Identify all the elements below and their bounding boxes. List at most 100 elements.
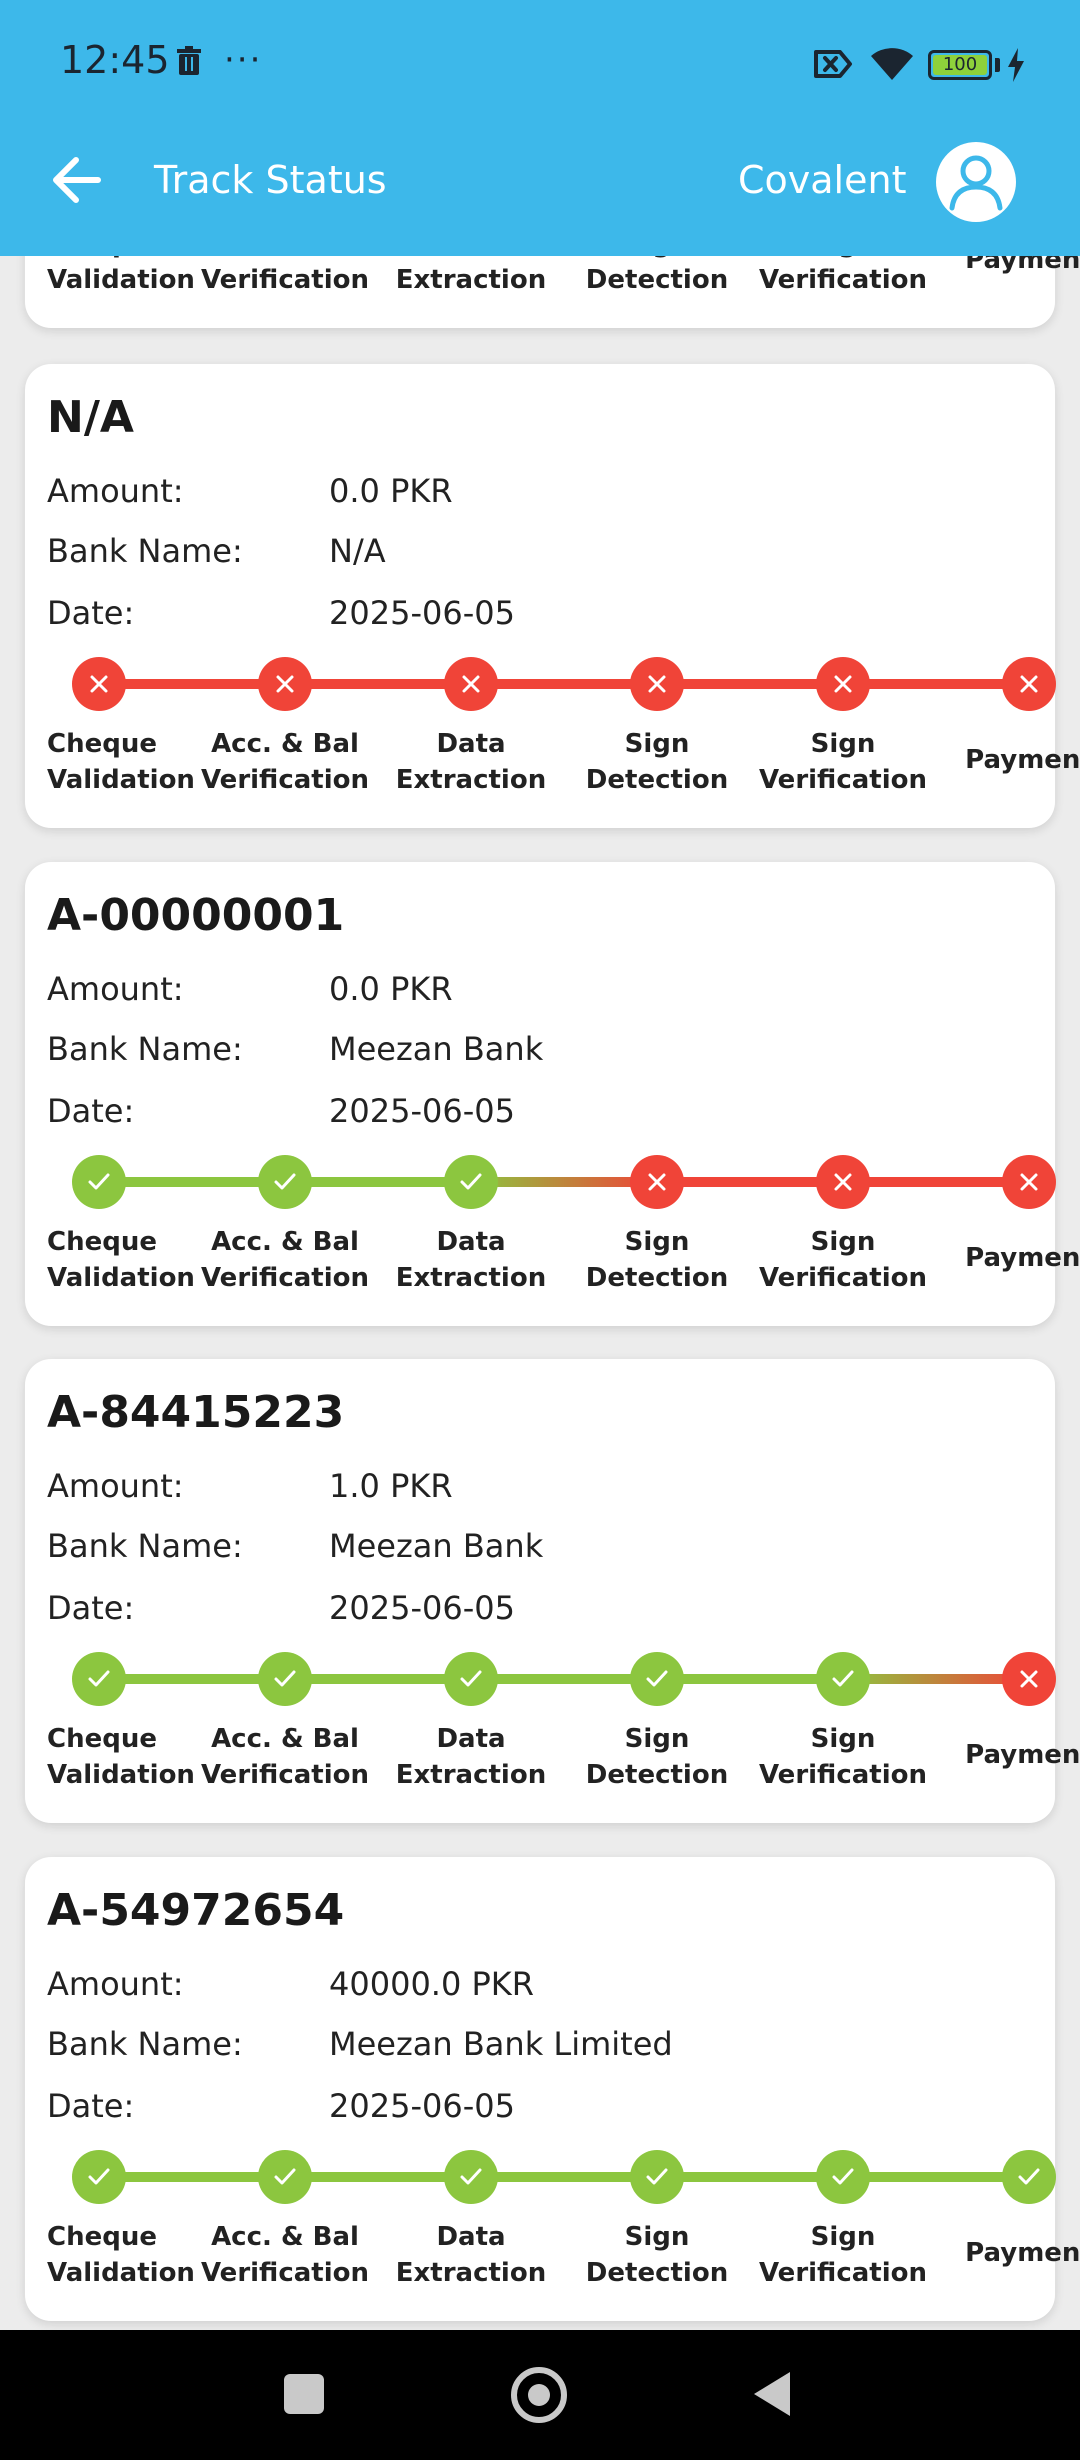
date-value: 2025-06-05 [329, 1092, 515, 1130]
battery-nub [995, 58, 1000, 72]
cheque-card[interactable]: A-84415223 Amount: 1.0 PKR Bank Name: Me… [25, 1359, 1080, 1823]
step-success-check-icon [630, 1652, 684, 1706]
wifi-icon [871, 48, 913, 80]
amount-label: Amount: [47, 1467, 184, 1505]
date-value: 2025-06-05 [329, 2087, 515, 2125]
step-label-line-2: Validation [47, 1760, 195, 1790]
step-label-line-1: Acc. & Bal [211, 1227, 359, 1257]
sim-off-icon [814, 50, 852, 78]
bank-name-label: Bank Name: [47, 1527, 243, 1565]
step-label-line-2: Verification [758, 265, 927, 295]
step-success-check-icon [258, 1652, 312, 1706]
user-avatar-icon[interactable] [936, 142, 1016, 222]
bank-name-label: Bank Name: [47, 2025, 243, 2063]
cheque-card[interactable]: A-54972654 Amount: 40000.0 PKR Bank Name… [25, 1857, 1080, 2321]
track-status-screen: 12:45 ··· 100 Track Status Covalent Vali… [0, 0, 1080, 2460]
step-label-line-2: Verification [758, 1263, 927, 1293]
step-label-line-1: Cheque [47, 729, 157, 759]
bank-name-value: Meezan Bank [329, 1030, 544, 1068]
step-label-line-1: Sign [810, 729, 876, 759]
step-label-line-2: Extraction [395, 1263, 547, 1293]
bank-name-value: Meezan Bank Limited [329, 2025, 673, 2063]
step-label-line-2: Validation [47, 2258, 195, 2288]
step-label-line-2: Verification [200, 2258, 369, 2288]
step-label-line-2: Verification [200, 765, 369, 795]
step-label-line-1: Cheque [47, 2222, 157, 2252]
step-label-line-2: Verification [758, 2258, 927, 2288]
step-label: Acc. & Bal Verification [200, 726, 370, 798]
step-label-line-2: Verification [758, 1760, 927, 1790]
date-label: Date: [47, 1589, 135, 1627]
amount-value: 0.0 PKR [329, 472, 453, 510]
step-label: Data Extraction [386, 726, 556, 798]
step-label-line-2: Verification [200, 1263, 369, 1293]
step-label: Payment [944, 742, 1080, 778]
date-value: 2025-06-05 [329, 1589, 515, 1627]
step-failed-cross-icon [1002, 1155, 1056, 1209]
step-label-line-2: Extraction [395, 765, 547, 795]
cheque-card[interactable]: A-00000001 Amount: 0.0 PKR Bank Name: Me… [25, 862, 1080, 1326]
more-dots-icon: ··· [224, 40, 263, 80]
step-label: Data Extraction [386, 2219, 556, 2291]
step-label-line-1: Acc. & Bal [211, 2222, 359, 2252]
step-label-line-2: Detection [585, 1263, 729, 1293]
step-success-check-icon [72, 1652, 126, 1706]
cheque-number: N/A [47, 392, 134, 443]
step-label-line-2: Detection [585, 1760, 729, 1790]
back-triangle-icon[interactable] [752, 2370, 792, 2418]
bank-name-label: Bank Name: [47, 532, 243, 570]
step-failed-cross-icon [816, 1155, 870, 1209]
step-label-line-1: Payment [965, 745, 1080, 775]
step-label: Cheque Validation [47, 1721, 217, 1793]
back-arrow-button[interactable] [48, 150, 104, 210]
cheque-number: A-84415223 [47, 1387, 345, 1438]
step-label-line-1: Payment [965, 1740, 1080, 1770]
recents-square-icon[interactable] [284, 2374, 324, 2414]
step-label-line-2: Extraction [395, 2258, 547, 2288]
step-label: Data Extraction [386, 1224, 556, 1296]
step-label: Sign Verification [758, 1224, 928, 1296]
step-label: Sign Detection [572, 2219, 742, 2291]
trash-icon [177, 46, 201, 75]
step-failed-cross-icon [72, 657, 126, 711]
step-failed-cross-icon [1002, 1652, 1056, 1706]
step-label: Acc. & Bal Verification [200, 1721, 370, 1793]
amount-label: Amount: [47, 970, 184, 1008]
step-success-check-icon [1002, 2150, 1056, 2204]
account-name: Covalent [738, 158, 907, 202]
step-failed-cross-icon [1002, 657, 1056, 711]
step-label-line-2: Verification [200, 1760, 369, 1790]
date-label: Date: [47, 1092, 135, 1130]
step-label-line-1: Sign [624, 1724, 690, 1754]
step-success-check-icon [72, 1155, 126, 1209]
bank-name-value: Meezan Bank [329, 1527, 544, 1565]
step-label: Payment [944, 2235, 1080, 2271]
step-label-line-1: Sign [624, 729, 690, 759]
step-label: Sign Detection [572, 1224, 742, 1296]
step-label-line-1: Payment [965, 2238, 1080, 2268]
cheque-card[interactable]: N/A Amount: 0.0 PKR Bank Name: N/A Date:… [25, 364, 1080, 828]
step-label: Acc. & Bal Verification [200, 1224, 370, 1296]
amount-label: Amount: [47, 472, 184, 510]
step-failed-cross-icon [258, 657, 312, 711]
step-label-line-2: Verification [200, 265, 369, 295]
step-label: Cheque Validation [47, 1224, 217, 1296]
step-label-line-1: Data [436, 2222, 506, 2252]
step-label: Sign Verification [758, 726, 928, 798]
step-label-line-1: Cheque [47, 1724, 157, 1754]
step-label: Sign Detection [572, 726, 742, 798]
step-label-line-1: Data [436, 1724, 506, 1754]
step-label: Payment [944, 1737, 1080, 1773]
step-label-line-2: Validation [47, 1263, 195, 1293]
step-label-line-1: Sign [624, 1227, 690, 1257]
amount-value: 1.0 PKR [329, 1467, 453, 1505]
step-success-check-icon [816, 1652, 870, 1706]
step-label-line-2: Extraction [395, 265, 547, 295]
step-success-check-icon [444, 2150, 498, 2204]
amount-label: Amount: [47, 1965, 184, 2003]
step-label-line-1: Cheque [47, 1227, 157, 1257]
amount-value: 0.0 PKR [329, 970, 453, 1008]
step-success-check-icon [444, 1155, 498, 1209]
home-circle-icon[interactable] [511, 2367, 567, 2423]
step-label-line-2: Detection [585, 265, 729, 295]
